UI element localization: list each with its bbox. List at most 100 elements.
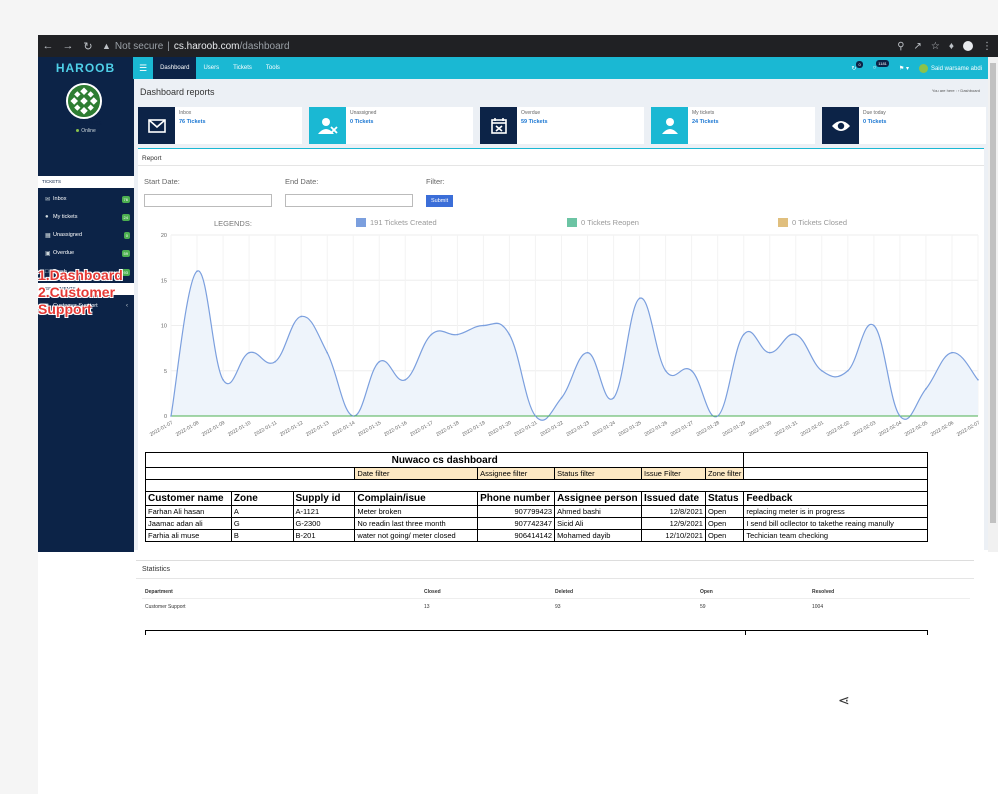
- x-tick-label: 2022-01-25: [617, 420, 642, 438]
- page-scrollbar[interactable]: [988, 57, 998, 552]
- sidebar-item-my-tickets[interactable]: ● My tickets 24: [38, 208, 134, 226]
- date-filter[interactable]: Date filter: [354, 467, 479, 480]
- nav-tickets[interactable]: Tickets: [226, 57, 259, 79]
- online-status: Online: [38, 128, 134, 134]
- cell-assignee: Sicid Ali: [554, 517, 643, 530]
- browser-menu-icon[interactable]: ⋮: [982, 41, 992, 52]
- warning-icon[interactable]: ▲: [102, 41, 111, 51]
- data-point: [664, 369, 667, 372]
- user-icon: [651, 107, 688, 144]
- browser-actions: ⚲ ↗ ☆ ♦ ⋮: [897, 41, 998, 52]
- forward-icon[interactable]: →: [58, 40, 78, 52]
- text-cursor-icon: ⋖: [838, 692, 850, 708]
- calendar-x-icon: [480, 107, 517, 144]
- kpi-my-tickets[interactable]: My tickets 24 Tickets: [651, 107, 815, 144]
- issue-filter[interactable]: Issue Filter: [641, 467, 706, 480]
- sidebar-item-overdue[interactable]: ▣ Overdue 59: [38, 244, 134, 262]
- end-date-input[interactable]: [285, 194, 413, 207]
- data-point: [977, 379, 979, 381]
- data-point: [847, 369, 849, 372]
- address-bar[interactable]: ▲ Not secure | cs.haroob.com/dashboard: [102, 41, 290, 52]
- data-point: [951, 351, 953, 354]
- cell-feedback: Techician team checking: [743, 529, 928, 542]
- kpi-due-today[interactable]: Due today 0 Tickets: [822, 107, 986, 144]
- x-tick-label: 2022-01-13: [305, 420, 330, 438]
- cell-date: 12/9/2021: [641, 517, 706, 530]
- data-point: [899, 415, 901, 417]
- sidebar-item-inbox[interactable]: ✉ Inbox 76: [38, 190, 134, 208]
- hamburger-menu-icon[interactable]: ☰: [139, 63, 147, 74]
- extensions-icon[interactable]: ♦: [949, 41, 954, 52]
- url-domain: cs.haroob.com: [173, 40, 240, 52]
- start-date-input[interactable]: [144, 194, 272, 207]
- url-path: /dashboard: [239, 40, 290, 52]
- sidebar-item-label: My tickets: [53, 214, 78, 220]
- data-point: [742, 333, 745, 336]
- x-tick-label: 2022-01-24: [591, 420, 616, 438]
- brand-logo[interactable]: HAROOB: [38, 57, 133, 79]
- kpi-unassigned[interactable]: Unassigned 0 Tickets: [309, 107, 473, 144]
- header-supply-id: Supply id: [292, 491, 356, 506]
- start-date-label: Start Date:: [144, 177, 180, 186]
- data-point: [508, 333, 511, 336]
- cell-zone: G: [230, 517, 294, 530]
- legend-label: 0 Tickets Reopen: [581, 218, 639, 227]
- desktop-gutter: [0, 0, 38, 794]
- nav-tools[interactable]: Tools: [259, 57, 287, 79]
- data-point: [196, 270, 198, 272]
- end-date-label: End Date:: [285, 177, 319, 186]
- spreadsheet-overlay: Nuwaco cs dashboard Date filter Assignee…: [144, 452, 928, 548]
- kpi-value: 59 Tickets: [521, 119, 548, 125]
- x-tick-label: 2022-01-18: [435, 420, 460, 438]
- data-point: [378, 360, 381, 363]
- profile-avatar[interactable]: [963, 41, 973, 51]
- data-point: [586, 351, 589, 354]
- user-icon: ●: [45, 214, 49, 220]
- kpi-inbox[interactable]: Inbox 76 Tickets: [138, 107, 302, 144]
- x-tick-label: 2022-01-27: [669, 420, 694, 438]
- header-phone: Phone number: [477, 491, 556, 506]
- share-icon[interactable]: ↗: [914, 41, 922, 52]
- sheet-header-row: Customer name Zone Supply id Complain/is…: [145, 491, 928, 506]
- data-point: [768, 351, 771, 354]
- reload-icon[interactable]: ↻: [78, 40, 98, 53]
- submit-button[interactable]: Submit: [426, 195, 454, 207]
- flag-dropdown-icon[interactable]: ⚑ ▾: [899, 65, 909, 72]
- legend-swatch: [567, 218, 577, 227]
- series-area: [171, 270, 978, 421]
- y-tick-label: 15: [161, 278, 167, 284]
- spreadsheet-ghost-edge: [145, 630, 928, 635]
- data-point: [534, 415, 537, 417]
- red-annotation: 1.Dashboard 2.Customer Support: [38, 267, 136, 318]
- nav-dashboard[interactable]: Dashboard: [153, 57, 197, 79]
- data-point: [612, 397, 615, 399]
- header-assignee: Assignee person: [554, 491, 643, 506]
- legend-swatch: [778, 218, 788, 227]
- back-icon[interactable]: ←: [38, 40, 58, 52]
- zone-filter[interactable]: Zone filter: [704, 467, 745, 480]
- refresh-notif-icon[interactable]: ↻0: [851, 60, 863, 72]
- scrollbar-thumb[interactable]: [990, 63, 996, 523]
- data-point: [638, 297, 641, 300]
- annotation-line-3: Support: [38, 301, 92, 317]
- header-zone: Zone: [230, 491, 294, 506]
- kpi-overdue[interactable]: Overdue 59 Tickets: [480, 107, 644, 144]
- status-filter[interactable]: Status filter: [554, 467, 643, 480]
- bookmark-star-icon[interactable]: ☆: [931, 41, 940, 52]
- assignee-filter[interactable]: Assignee filter: [477, 467, 556, 480]
- kpi-label: Inbox: [179, 110, 192, 116]
- page-title: Dashboard reports: [140, 87, 215, 97]
- sheet-cell: [144, 467, 356, 480]
- sidebar-item-label: Unassigned: [53, 232, 83, 238]
- x-tick-label: 2022-01-29: [722, 420, 747, 438]
- zoom-icon[interactable]: ⚲: [897, 41, 904, 52]
- legend-swatch: [356, 218, 366, 227]
- globe-notif-icon[interactable]: ○1181: [873, 60, 889, 71]
- kpi-label: Unassigned: [350, 110, 377, 116]
- nav-users[interactable]: Users: [196, 57, 226, 79]
- sidebar-item-unassigned[interactable]: ▦ Unassigned 0: [38, 226, 134, 244]
- y-tick-label: 20: [161, 233, 167, 239]
- legend-created: 191 Tickets Created: [356, 218, 437, 227]
- online-label: Online: [81, 128, 96, 134]
- user-menu[interactable]: Said warsame abdi: [918, 63, 982, 73]
